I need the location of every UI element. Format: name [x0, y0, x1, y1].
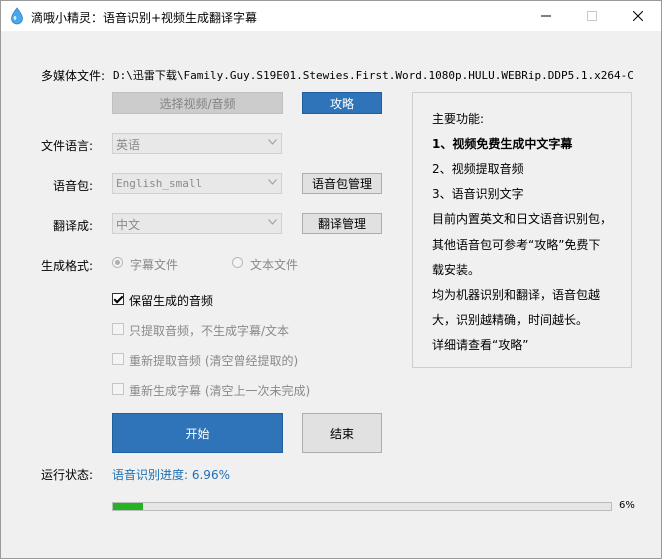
- progress-fill: [113, 503, 143, 510]
- file-language-label: 文件语言:: [41, 139, 94, 153]
- info-panel: 主要功能: 1、视频免费生成中文字幕 2、视频提取音频 3、语音识别文字 目前内…: [412, 92, 632, 368]
- close-button[interactable]: [615, 1, 661, 31]
- reextract-audio-label: 重新提取音频 (清空曾经提取的): [129, 354, 299, 368]
- file-language-value: 英语: [116, 138, 141, 152]
- minimize-button[interactable]: [523, 1, 569, 31]
- app-window: 滴哦小精灵：语音识别+视频生成翻译字幕 多媒体文件: D:\迅雷下载\Famil…: [0, 0, 662, 559]
- run-status-label: 运行状态:: [41, 468, 94, 482]
- recognition-progress-text: 语音识别进度: 6.96%: [112, 468, 230, 482]
- chevron-down-icon: [268, 219, 277, 225]
- media-file-label: 多媒体文件:: [41, 69, 106, 83]
- water-drop-icon: [11, 7, 23, 25]
- subtitle-file-radio: [112, 257, 123, 268]
- translate-to-label: 翻译成:: [53, 219, 94, 233]
- start-button[interactable]: 开始: [112, 413, 283, 453]
- end-button[interactable]: 结束: [302, 413, 382, 453]
- text-file-radio: [232, 257, 243, 268]
- minimize-icon: [541, 15, 551, 17]
- regenerate-subtitle-label: 重新生成字幕 (清空上一次未完成): [129, 384, 311, 398]
- close-icon: [633, 11, 643, 21]
- voice-pack-select: English_small: [112, 173, 282, 194]
- extract-audio-only-checkbox: [112, 323, 124, 335]
- select-media-button: 选择视频/音频: [112, 92, 283, 114]
- info-text-line: 其他语音包可参考“攻略”免费下: [432, 238, 601, 252]
- info-feature-1: 1、视频免费生成中文字幕: [432, 137, 573, 151]
- translate-manage-button[interactable]: 翻译管理: [302, 213, 382, 234]
- info-heading: 主要功能:: [432, 112, 485, 126]
- info-text-line: 详细请查看“攻略”: [432, 338, 529, 352]
- voice-pack-label: 语音包:: [53, 179, 94, 193]
- title-bar: 滴哦小精灵：语音识别+视频生成翻译字幕: [1, 1, 661, 31]
- subtitle-file-label: 字幕文件: [130, 258, 179, 272]
- chevron-down-icon: [268, 179, 277, 185]
- output-format-label: 生成格式:: [41, 259, 94, 273]
- maximize-button: [569, 1, 615, 31]
- voice-pack-manage-button[interactable]: 语音包管理: [302, 173, 382, 194]
- reextract-audio-checkbox: [112, 353, 124, 365]
- info-text-line: 目前内置英文和日文语音识别包，: [432, 212, 613, 226]
- info-feature-2: 2、视频提取音频: [432, 162, 524, 176]
- info-text-line: 大，识别越精确，时间越长。: [432, 313, 589, 327]
- progress-percent: 6%: [619, 500, 635, 511]
- media-file-path: D:\迅雷下载\Family.Guy.S19E01.Stewies.First.…: [113, 69, 633, 82]
- info-feature-3: 3、语音识别文字: [432, 187, 524, 201]
- info-text-line: 载安装。: [432, 263, 481, 277]
- extract-audio-only-label: 只提取音频，不生成字幕/文本: [129, 324, 290, 338]
- translate-to-select: 中文: [112, 213, 282, 234]
- window-title: 滴哦小精灵：语音识别+视频生成翻译字幕: [31, 11, 258, 25]
- text-file-label: 文本文件: [250, 258, 299, 272]
- keep-audio-checkbox[interactable]: [112, 293, 124, 305]
- maximize-icon: [587, 11, 597, 21]
- voice-pack-value: English_small: [116, 177, 203, 190]
- guide-button[interactable]: 攻略: [302, 92, 382, 114]
- file-language-select: 英语: [112, 133, 282, 154]
- translate-to-value: 中文: [116, 218, 141, 232]
- info-text-line: 均为机器识别和翻译，语音包越: [432, 288, 601, 302]
- chevron-down-icon: [268, 139, 277, 145]
- regenerate-subtitle-checkbox: [112, 383, 124, 395]
- progress-bar: [112, 502, 612, 511]
- keep-audio-label: 保留生成的音频: [129, 294, 214, 308]
